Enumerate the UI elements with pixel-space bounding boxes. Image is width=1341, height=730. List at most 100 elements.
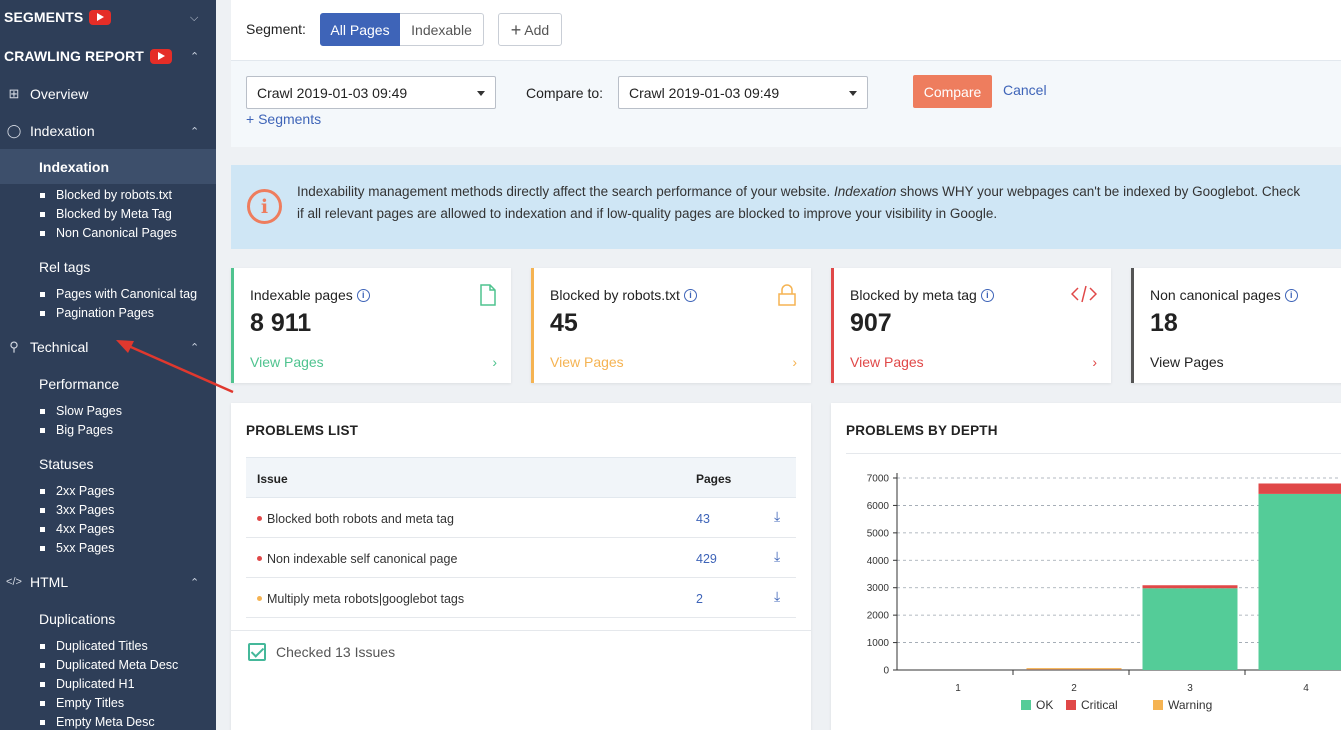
x-tick-label: 2 xyxy=(1071,683,1077,694)
pages-count-link[interactable]: 43 xyxy=(696,512,710,526)
add-segments-link[interactable]: + Segments xyxy=(246,111,321,127)
chevron-up-icon[interactable]: ⌃ xyxy=(190,576,199,589)
caret-down-icon xyxy=(477,91,485,96)
chevron-up-icon[interactable]: ⌃ xyxy=(190,125,199,138)
sidebar-subitem-indexation[interactable]: Indexation xyxy=(39,159,109,175)
sidebar-leaf-5xx[interactable]: 5xx Pages xyxy=(40,541,114,555)
info-circle-icon[interactable]: i xyxy=(1284,288,1298,302)
sidebar-item-technical[interactable]: ⚲ Technical xyxy=(6,339,88,355)
pages-count-link[interactable]: 2 xyxy=(696,592,703,606)
download-icon[interactable]: ⤓ xyxy=(774,508,780,525)
y-tick-label: 1000 xyxy=(867,638,890,649)
bar-critical-4 xyxy=(1258,483,1341,494)
sidebar-item-indexation[interactable]: ◯ Indexation xyxy=(6,123,95,139)
crawling-report-label: CRAWLING REPORT xyxy=(4,48,144,64)
youtube-icon[interactable] xyxy=(89,9,112,25)
info-circle-icon[interactable]: i xyxy=(683,288,697,302)
info-banner: i Indexability management methods direct… xyxy=(231,165,1341,249)
y-tick-label: 3000 xyxy=(867,583,890,594)
table-header: Issue Pages xyxy=(246,457,796,498)
segment-all-pages-button[interactable]: All Pages xyxy=(320,13,400,46)
add-label: Add xyxy=(524,21,550,38)
view-pages-link[interactable]: View Pages xyxy=(850,354,924,370)
sidebar-leaf-blocked-robots[interactable]: Blocked by robots.txt xyxy=(40,188,172,202)
sidebar-leaf-slow-pages[interactable]: Slow Pages xyxy=(40,404,122,418)
sidebar-item-html[interactable]: </> HTML xyxy=(6,574,68,590)
sidebar-section-segments[interactable]: SEGMENTS xyxy=(4,9,112,25)
crawl-select[interactable]: Crawl 2019-01-03 09:49 xyxy=(246,76,496,109)
view-pages-link[interactable]: View Pages xyxy=(1150,354,1224,370)
chevron-right-icon[interactable]: › xyxy=(492,354,497,370)
x-tick-label: 4 xyxy=(1303,683,1309,694)
technical-label: Technical xyxy=(30,339,89,355)
view-pages-link[interactable]: View Pages xyxy=(250,354,324,370)
sidebar-leaf-3xx[interactable]: 3xx Pages xyxy=(40,503,114,517)
info-circle-icon[interactable]: i xyxy=(356,288,370,302)
sidebar-leaf-empty-titles[interactable]: Empty Titles xyxy=(40,696,124,710)
y-tick-label: 6000 xyxy=(867,501,890,512)
indexation-label: Indexation xyxy=(30,123,95,139)
sidebar-section-crawling-report[interactable]: CRAWLING REPORT xyxy=(4,48,172,64)
y-tick-label: 4000 xyxy=(867,556,890,567)
table-row[interactable]: Multiply meta robots|googlebot tags 2 ⤓ xyxy=(246,578,796,618)
col-issue: Issue xyxy=(257,472,288,486)
overview-label: Overview xyxy=(30,86,89,102)
table-row[interactable]: Non indexable self canonical page 429 ⤓ xyxy=(246,538,796,578)
table-row[interactable]: Blocked both robots and meta tag 43 ⤓ xyxy=(246,498,796,538)
wrench-icon: ⚲ xyxy=(9,339,19,354)
issue-text: Non indexable self canonical page xyxy=(267,552,458,566)
sidebar-leaf-big-pages[interactable]: Big Pages xyxy=(40,423,113,437)
download-icon[interactable]: ⤓ xyxy=(774,548,780,565)
lock-icon xyxy=(778,284,796,306)
youtube-icon[interactable] xyxy=(149,48,172,64)
sidebar-subitem-rel-tags[interactable]: Rel tags xyxy=(39,259,90,275)
legend-swatch-warning xyxy=(1153,700,1163,710)
chevron-right-icon[interactable]: › xyxy=(792,354,797,370)
code-icon: </> xyxy=(6,576,22,588)
download-icon[interactable]: ⤓ xyxy=(774,588,780,605)
info-line1-b: shows WHY your webpages can't be indexed… xyxy=(900,184,1301,199)
sidebar-subitem-performance[interactable]: Performance xyxy=(39,376,119,392)
sidebar-leaf-4xx[interactable]: 4xx Pages xyxy=(40,522,114,536)
sidebar-subitem-statuses[interactable]: Statuses xyxy=(39,456,93,472)
info-circle-icon[interactable]: i xyxy=(980,288,994,302)
sidebar-leaf-dup-titles[interactable]: Duplicated Titles xyxy=(40,639,148,653)
problems-list-title: PROBLEMS LIST xyxy=(246,423,359,438)
issue-text: Multiply meta robots|googlebot tags xyxy=(267,592,465,606)
legend-label-ok: OK xyxy=(1036,698,1053,712)
sidebar-subitem-duplications[interactable]: Duplications xyxy=(39,611,115,627)
pages-count-link[interactable]: 429 xyxy=(696,552,717,566)
chart-title: PROBLEMS BY DEPTH xyxy=(846,423,998,438)
sidebar-leaf-2xx[interactable]: 2xx Pages xyxy=(40,484,114,498)
info-line1-a: Indexability management methods directly… xyxy=(297,184,831,199)
sidebar-leaf-empty-meta[interactable]: Empty Meta Desc xyxy=(40,715,155,729)
bar-warning-2 xyxy=(1026,668,1122,670)
sidebar-leaf-dup-h1[interactable]: Duplicated H1 xyxy=(40,677,135,691)
legend-label-critical: Critical xyxy=(1081,698,1118,712)
annotation-arrow xyxy=(116,340,234,394)
sidebar-leaf-dup-meta[interactable]: Duplicated Meta Desc xyxy=(40,658,178,672)
sidebar-leaf-canonical-tag[interactable]: Pages with Canonical tag xyxy=(40,287,197,301)
y-tick-label: 0 xyxy=(883,666,889,677)
crawl-select-value: Crawl 2019-01-03 09:49 xyxy=(257,84,408,101)
y-tick-label: 2000 xyxy=(867,611,890,622)
caret-down-icon xyxy=(849,91,857,96)
chevron-down-icon[interactable]: ⌵ xyxy=(190,12,198,25)
sidebar-leaf-pagination[interactable]: Pagination Pages xyxy=(40,306,154,320)
compare-select[interactable]: Crawl 2019-01-03 09:49 xyxy=(618,76,868,109)
info-line2: if all relevant pages are allowed to ind… xyxy=(297,206,998,221)
segment-indexable-button[interactable]: Indexable xyxy=(400,13,484,46)
view-pages-link[interactable]: View Pages xyxy=(550,354,624,370)
add-segment-button[interactable]: + Add xyxy=(498,13,562,46)
sidebar-leaf-non-canonical[interactable]: Non Canonical Pages xyxy=(40,226,177,240)
compare-button[interactable]: Compare xyxy=(913,75,992,108)
cancel-link[interactable]: Cancel xyxy=(1003,82,1047,98)
chevron-right-icon[interactable]: › xyxy=(1092,354,1097,370)
card-title: Blocked by meta tag xyxy=(850,287,977,303)
sidebar-item-overview[interactable]: ⊞ Overview xyxy=(6,86,89,102)
chevron-up-icon[interactable]: ⌃ xyxy=(190,50,199,63)
legend-swatch-critical xyxy=(1066,700,1076,710)
lightbulb-icon: ◯ xyxy=(6,123,22,138)
sidebar-leaf-blocked-meta[interactable]: Blocked by Meta Tag xyxy=(40,207,172,221)
card-title: Blocked by robots.txt xyxy=(550,287,680,303)
